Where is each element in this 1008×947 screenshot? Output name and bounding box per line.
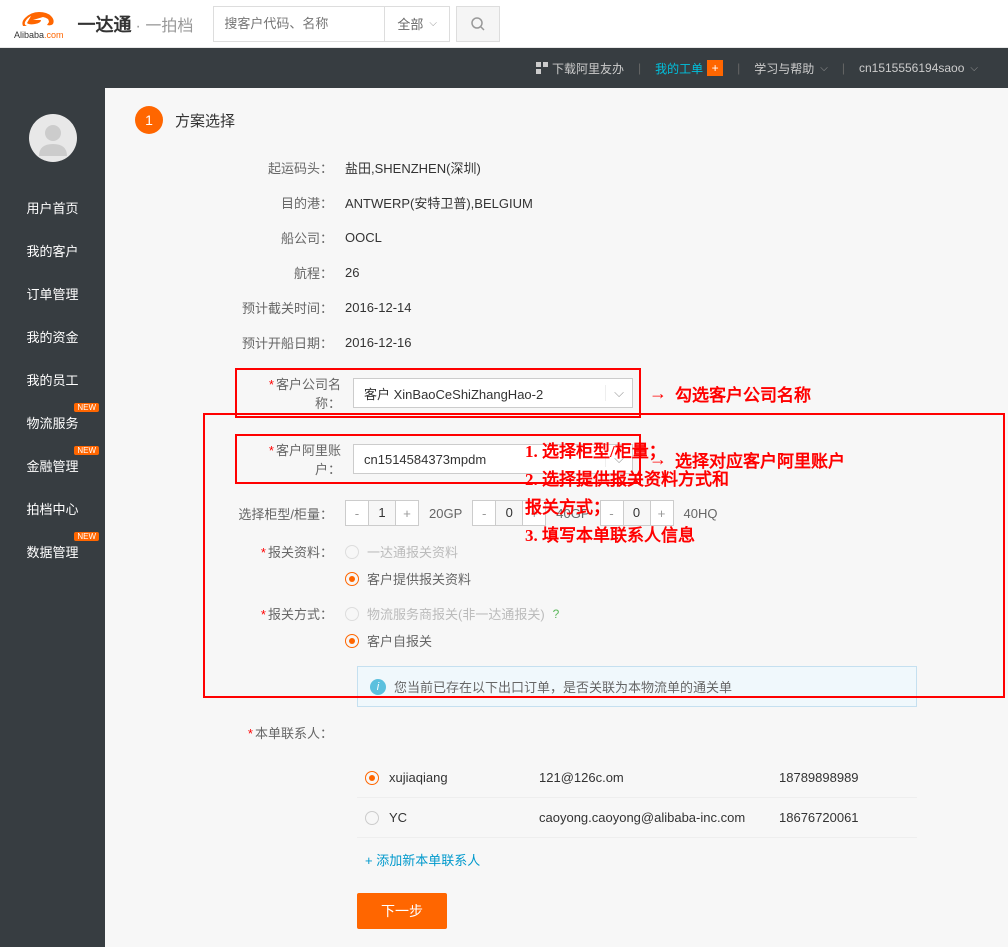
radio-icon (345, 607, 359, 621)
chevron-down-icon: ⌵ (605, 385, 632, 401)
sidebar-item-5[interactable]: 物流服务NEW (0, 401, 105, 444)
radio-label: 客户自报关 (367, 631, 432, 650)
sidebar-item-1[interactable]: 我的客户 (0, 229, 105, 272)
contact-phone: 18676720061 (779, 810, 859, 825)
brand-subtitle: · 一拍档 (136, 12, 194, 36)
new-badge: NEW (74, 532, 99, 541)
radio-label: 一达通报关资料 (367, 542, 458, 561)
material-option-1[interactable]: 客户提供报关资料 (345, 569, 471, 588)
sidebar-item-0[interactable]: 用户首页 (0, 186, 105, 229)
radio-label: 客户提供报关资料 (367, 569, 471, 588)
nav-download[interactable]: 下载阿里友办 (536, 60, 624, 77)
contact-name: YC (389, 810, 529, 825)
top-header: Alibaba.com 一达通 · 一拍档 全部⌵ (0, 0, 1008, 48)
chevron-down-icon: ⌵ (429, 18, 437, 29)
nav-help[interactable]: 学习与帮助⌵ (754, 60, 828, 77)
port-label: 起运码头： (235, 158, 345, 177)
step-title: 方案选择 (175, 110, 235, 131)
chevron-down-icon: ⌵ (970, 63, 978, 74)
brand-name: 一达通 (78, 11, 132, 37)
sidebar-item-2[interactable]: 订单管理 (0, 272, 105, 315)
departure-label: 预计开船日期： (235, 333, 345, 352)
contact-email: caoyong.caoyong@alibaba-inc.com (539, 810, 769, 825)
sidebar-item-7[interactable]: 拍档中心 (0, 487, 105, 530)
step-number: 1 (135, 106, 163, 134)
sidebar: 用户首页我的客户订单管理我的资金我的员工物流服务NEW金融管理NEW拍档中心数据… (0, 88, 105, 947)
voyage-label: 航程： (235, 263, 345, 282)
radio-icon (345, 634, 359, 648)
nav-workorder[interactable]: 我的工单+ (655, 60, 723, 77)
search-input[interactable] (214, 7, 384, 41)
method-option-0: 物流服务商报关(非一达通报关)? (345, 604, 559, 623)
material-label: *报关资料： (235, 542, 345, 561)
alibaba-logo[interactable]: Alibaba.com (14, 8, 64, 40)
search-icon (470, 16, 486, 32)
avatar-icon (33, 118, 73, 158)
info-icon: i (370, 679, 386, 695)
minus-button[interactable]: - (346, 501, 368, 525)
method-label: *报关方式： (235, 604, 345, 623)
next-button[interactable]: 下一步 (357, 893, 447, 929)
account-label: *客户阿里账户： (243, 440, 353, 478)
radio-icon (345, 545, 359, 559)
plus-badge: + (707, 60, 723, 76)
annotation-company: 勾选客户公司名称 (675, 381, 811, 406)
sidebar-item-6[interactable]: 金融管理NEW (0, 444, 105, 487)
contact-email: 121@126c.om (539, 770, 769, 785)
dest-value: ANTWERP(安特卫普),BELGIUM (345, 193, 533, 212)
alibaba-logo-icon (19, 8, 59, 30)
help-icon[interactable]: ? (553, 607, 560, 621)
navbar: 下载阿里友办 | 我的工单+ | 学习与帮助⌵ | cn1515556194sa… (0, 48, 1008, 88)
search-scope-dropdown[interactable]: 全部⌵ (384, 7, 449, 41)
radio-icon (365, 771, 379, 785)
search-button[interactable] (456, 6, 500, 42)
info-text: 您当前已存在以下出口订单，是否关联为本物流单的通关单 (394, 677, 732, 696)
dest-label: 目的港： (235, 193, 345, 212)
radio-label: 物流服务商报关(非一达通报关) (367, 604, 545, 623)
cutoff-label: 预计截关时间： (235, 298, 345, 317)
annotation-list: 1. 选择柜型/柜量； 2. 选择提供报关资料方式和 报关方式； 3. 填写本单… (525, 438, 729, 550)
container-label: 选择柜型/柜量： (235, 504, 345, 523)
chevron-down-icon: ⌵ (820, 63, 828, 74)
plus-button[interactable]: + (396, 501, 418, 525)
qr-icon (536, 62, 548, 74)
new-badge: NEW (74, 403, 99, 412)
add-contact-link[interactable]: + 添加新本单联系人 (357, 838, 917, 881)
logo-text: Alibaba.com (14, 30, 64, 40)
radio-icon (345, 572, 359, 586)
radio-icon (365, 811, 379, 825)
material-option-0: 一达通报关资料 (345, 542, 471, 561)
search-box: 全部⌵ (213, 6, 450, 42)
contact-row-1[interactable]: YC caoyong.caoyong@alibaba-inc.com 1867672… (357, 798, 917, 838)
company-select[interactable]: 客户 XinBaoCeShiZhangHao-2⌵ (353, 378, 633, 408)
sidebar-item-4[interactable]: 我的员工 (0, 358, 105, 401)
company-label: *客户公司名称： (243, 374, 353, 412)
contact-row-0[interactable]: xujiaqiang 121@126c.om 18789898989 (357, 758, 917, 798)
info-box: i 您当前已存在以下出口订单，是否关联为本物流单的通关单 (357, 666, 917, 707)
cutoff-value: 2016-12-14 (345, 300, 412, 315)
port-value: 盐田,SHENZHEN(深圳) (345, 158, 481, 177)
method-option-1[interactable]: 客户自报关 (345, 631, 559, 650)
new-badge: NEW (74, 446, 99, 455)
qty-value: 1 (368, 501, 396, 525)
contact-name: xujiaqiang (389, 770, 529, 785)
contact-phone: 18789898989 (779, 770, 859, 785)
step-header: 1 方案选择 (135, 106, 978, 134)
qty-value: 0 (495, 501, 523, 525)
ship-label: 船公司： (235, 228, 345, 247)
ship-value: OOCL (345, 230, 382, 245)
sidebar-item-3[interactable]: 我的资金 (0, 315, 105, 358)
nav-username[interactable]: cn1515556194saoo⌵ (859, 61, 978, 75)
departure-value: 2016-12-16 (345, 335, 412, 350)
voyage-value: 26 (345, 265, 359, 280)
quantity-stepper-20GP[interactable]: -1+ (345, 500, 419, 526)
avatar[interactable] (29, 114, 77, 162)
arrow-icon: → (649, 383, 667, 404)
sidebar-item-8[interactable]: 数据管理NEW (0, 530, 105, 573)
main-content: 1 方案选择 起运码头：盐田,SHENZHEN(深圳) 目的港：ANTWERP(… (105, 88, 1008, 947)
minus-button[interactable]: - (473, 501, 495, 525)
unit-label: 20GP (429, 506, 462, 521)
